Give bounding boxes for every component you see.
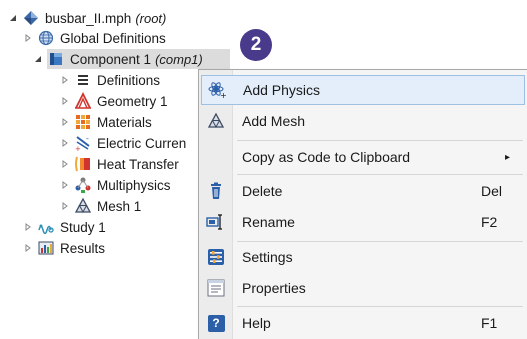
menu-item-copy-as-code[interactable]: Copy as Code to Clipboard ▸: [201, 142, 525, 172]
globe-icon: [37, 29, 55, 47]
menu-item-shortcut: F1: [481, 315, 498, 331]
tree-node-study[interactable]: Study 1: [23, 217, 106, 237]
menu-separator: [237, 174, 523, 175]
properties-icon: [201, 279, 231, 297]
menu-item-shortcut: F2: [481, 214, 498, 230]
add-mesh-icon: [201, 112, 231, 130]
collapsed-arrow-icon[interactable]: [60, 159, 70, 169]
tree-node-materials[interactable]: Materials: [60, 112, 152, 132]
tree-node-label: Materials: [97, 114, 152, 130]
menu-item-properties[interactable]: Properties: [201, 273, 525, 303]
help-icon: ?: [201, 314, 231, 332]
collapsed-arrow-icon[interactable]: [23, 222, 33, 232]
tree-node-label: Multiphysics: [97, 177, 171, 193]
tree-node-heat-transfer[interactable]: Heat Transfer: [60, 154, 179, 174]
collapsed-arrow-icon[interactable]: [60, 75, 70, 85]
tree-node-label: busbar_II.mph: [45, 10, 132, 26]
menu-item-delete[interactable]: Delete Del: [201, 176, 525, 206]
tree-node-root[interactable]: busbar_II.mph (root): [8, 8, 166, 28]
settings-icon: [201, 248, 231, 266]
menu-item-label: Copy as Code to Clipboard: [242, 149, 411, 165]
collapsed-arrow-icon[interactable]: [60, 96, 70, 106]
menu-separator: [237, 140, 523, 141]
rename-icon: [201, 214, 231, 230]
materials-icon: [74, 113, 92, 131]
submenu-arrow-icon: ▸: [505, 151, 511, 163]
tree-node-label: Geometry 1: [97, 93, 168, 109]
menu-item-label: Rename: [242, 214, 295, 230]
tree-node-label: Results: [60, 240, 106, 256]
help-icon-glyph: ?: [207, 314, 225, 332]
tree-node-label: Definitions: [97, 72, 161, 88]
multiphysics-icon: [74, 176, 92, 194]
menu-item-add-mesh[interactable]: Add Mesh: [201, 106, 525, 136]
model-root-icon: [22, 9, 40, 27]
context-menu: + Add Physics Add Mesh Copy as Code to C…: [198, 69, 527, 339]
tree-node-suffix: (root): [135, 10, 167, 26]
tree-node-global-definitions[interactable]: Global Definitions: [23, 28, 166, 48]
results-icon: [37, 239, 55, 257]
svg-text:+: +: [220, 91, 226, 99]
menu-separator: [237, 306, 523, 307]
menu-item-label: Help: [242, 315, 271, 331]
expand-arrow-icon[interactable]: [8, 13, 18, 23]
menu-item-settings[interactable]: Settings: [201, 242, 525, 272]
tree-node-results[interactable]: Results: [23, 238, 105, 258]
tree-node-label: Study 1: [60, 219, 106, 235]
tree-node-label: Global Definitions: [60, 30, 166, 46]
add-physics-icon: +: [202, 81, 232, 99]
heat-transfer-icon: [74, 155, 92, 173]
tree-node-geometry[interactable]: Geometry 1: [60, 91, 168, 111]
collapsed-arrow-icon[interactable]: [60, 201, 70, 211]
definitions-icon: [74, 71, 92, 89]
delete-icon: [201, 182, 231, 200]
tree-node-suffix: (comp1): [155, 51, 203, 67]
menu-item-label: Properties: [242, 280, 306, 296]
expand-arrow-icon[interactable]: [33, 54, 43, 64]
tree-node-label: Mesh 1: [97, 198, 142, 214]
step-callout-badge: 2: [240, 29, 272, 61]
study-icon: [37, 218, 55, 236]
menu-item-help[interactable]: ? Help F1: [201, 308, 525, 338]
component-icon: [47, 50, 65, 68]
collapsed-arrow-icon[interactable]: [60, 138, 70, 148]
tree-node-label: Electric Curren: [97, 135, 187, 151]
menu-item-rename[interactable]: Rename F2: [201, 207, 525, 237]
tree-node-definitions[interactable]: Definitions: [60, 70, 160, 90]
tree-node-multiphysics[interactable]: Multiphysics: [60, 175, 171, 195]
collapsed-arrow-icon[interactable]: [60, 180, 70, 190]
collapsed-arrow-icon[interactable]: [23, 243, 33, 253]
menu-item-label: Add Mesh: [242, 113, 306, 129]
tree-node-electric-currents[interactable]: + - Electric Curren: [60, 133, 186, 153]
tree-node-component[interactable]: Component 1 (comp1): [33, 49, 203, 69]
menu-item-label: Delete: [242, 183, 283, 199]
menu-item-shortcut: Del: [481, 183, 503, 199]
geometry-icon: [74, 92, 92, 110]
tree-node-mesh[interactable]: Mesh 1: [60, 196, 141, 216]
menu-item-label: Add Physics: [243, 82, 321, 98]
electric-currents-icon: + -: [74, 134, 92, 152]
svg-text:+: +: [75, 145, 81, 152]
svg-text:-: -: [86, 134, 89, 143]
menu-item-label: Settings: [242, 249, 293, 265]
menu-item-add-physics[interactable]: + Add Physics: [201, 75, 525, 105]
tree-node-label: Heat Transfer: [97, 156, 179, 172]
mesh-icon: [74, 197, 92, 215]
collapsed-arrow-icon[interactable]: [60, 117, 70, 127]
tree-node-label: Component 1: [70, 51, 152, 67]
collapsed-arrow-icon[interactable]: [23, 33, 33, 43]
